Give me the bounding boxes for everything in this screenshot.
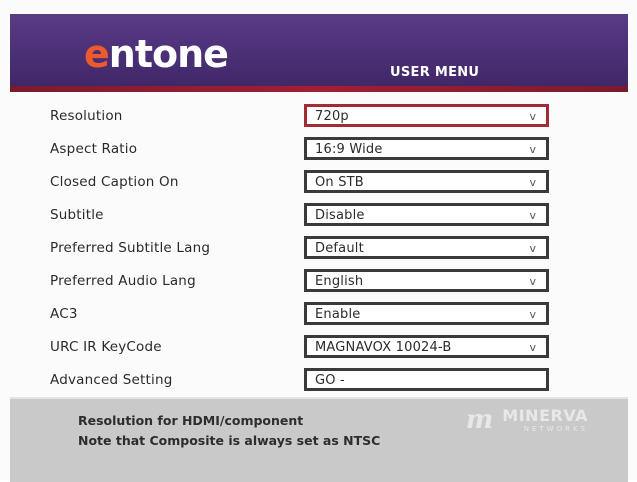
select-value: MAGNAVOX 10024-B xyxy=(315,340,452,355)
row-subtitle[interactable]: Subtitle Disable v xyxy=(0,199,637,232)
row-label: Preferred Subtitle Lang xyxy=(50,240,211,256)
advanced-setting-button[interactable]: GO - xyxy=(304,368,549,391)
help-text-line-2: Note that Composite is always set as NTS… xyxy=(78,433,381,448)
row-urc-ir-keycode[interactable]: URC IR KeyCode MAGNAVOX 10024-B v xyxy=(0,331,637,364)
row-label: Aspect Ratio xyxy=(50,141,138,157)
chevron-down-icon: v xyxy=(529,341,536,354)
select-value: 16:9 Wide xyxy=(315,142,383,157)
minerva-logo: m MINERVA NETWORKS xyxy=(466,407,588,434)
chevron-down-icon: v xyxy=(529,209,536,222)
row-advanced-setting[interactable]: Advanced Setting GO - xyxy=(0,364,637,397)
chevron-down-icon: v xyxy=(529,176,536,189)
subtitle-select[interactable]: Disable v xyxy=(304,203,549,226)
menu-title: USER MENU xyxy=(390,65,480,80)
select-value: Enable xyxy=(315,307,361,322)
chevron-down-icon: v xyxy=(529,110,536,123)
minerva-sub: NETWORKS xyxy=(523,425,588,433)
logo-rest: ntone xyxy=(108,32,229,76)
minerva-wordmark: MINERVA NETWORKS xyxy=(502,407,588,434)
tv-screen: entone USER MENU Resolution 720p v Aspec… xyxy=(0,0,637,482)
help-text-line-1: Resolution for HDMI/component xyxy=(78,413,304,428)
row-aspect-ratio[interactable]: Aspect Ratio 16:9 Wide v xyxy=(0,133,637,166)
help-footer: Resolution for HDMI/component Note that … xyxy=(10,397,628,482)
row-label: Preferred Audio Lang xyxy=(50,273,196,289)
resolution-select[interactable]: 720p v xyxy=(304,104,549,127)
select-value: English xyxy=(315,274,364,289)
row-label: Advanced Setting xyxy=(50,372,173,388)
minerva-m-icon: m xyxy=(465,405,494,435)
row-preferred-audio-lang[interactable]: Preferred Audio Lang English v xyxy=(0,265,637,298)
select-value: On STB xyxy=(315,175,364,190)
row-closed-caption[interactable]: Closed Caption On On STB v xyxy=(0,166,637,199)
row-ac3[interactable]: AC3 Enable v xyxy=(0,298,637,331)
button-value: GO - xyxy=(315,373,345,388)
row-label: AC3 xyxy=(50,306,78,322)
row-preferred-subtitle-lang[interactable]: Preferred Subtitle Lang Default v xyxy=(0,232,637,265)
row-label: Closed Caption On xyxy=(50,174,179,190)
chevron-down-icon: v xyxy=(529,242,536,255)
select-value: Disable xyxy=(315,208,365,223)
minerva-name: MINERVA xyxy=(502,406,588,425)
select-value: 720p xyxy=(315,109,349,124)
closed-caption-select[interactable]: On STB v xyxy=(304,170,549,193)
entone-logo: entone xyxy=(84,32,229,76)
ac3-select[interactable]: Enable v xyxy=(304,302,549,325)
chevron-down-icon: v xyxy=(529,143,536,156)
chevron-down-icon: v xyxy=(529,275,536,288)
logo-e: e xyxy=(84,32,110,76)
urc-ir-keycode-select[interactable]: MAGNAVOX 10024-B v xyxy=(304,335,549,358)
row-label: URC IR KeyCode xyxy=(50,339,162,355)
chevron-down-icon: v xyxy=(529,308,536,321)
aspect-ratio-select[interactable]: 16:9 Wide v xyxy=(304,137,549,160)
row-resolution[interactable]: Resolution 720p v xyxy=(0,100,637,133)
preferred-subtitle-lang-select[interactable]: Default v xyxy=(304,236,549,259)
row-label: Subtitle xyxy=(50,207,104,223)
settings-menu: Resolution 720p v Aspect Ratio 16:9 Wide… xyxy=(0,100,637,400)
preferred-audio-lang-select[interactable]: English v xyxy=(304,269,549,292)
select-value: Default xyxy=(315,241,364,256)
header-bar: entone USER MENU xyxy=(10,14,628,92)
row-label: Resolution xyxy=(50,108,123,124)
